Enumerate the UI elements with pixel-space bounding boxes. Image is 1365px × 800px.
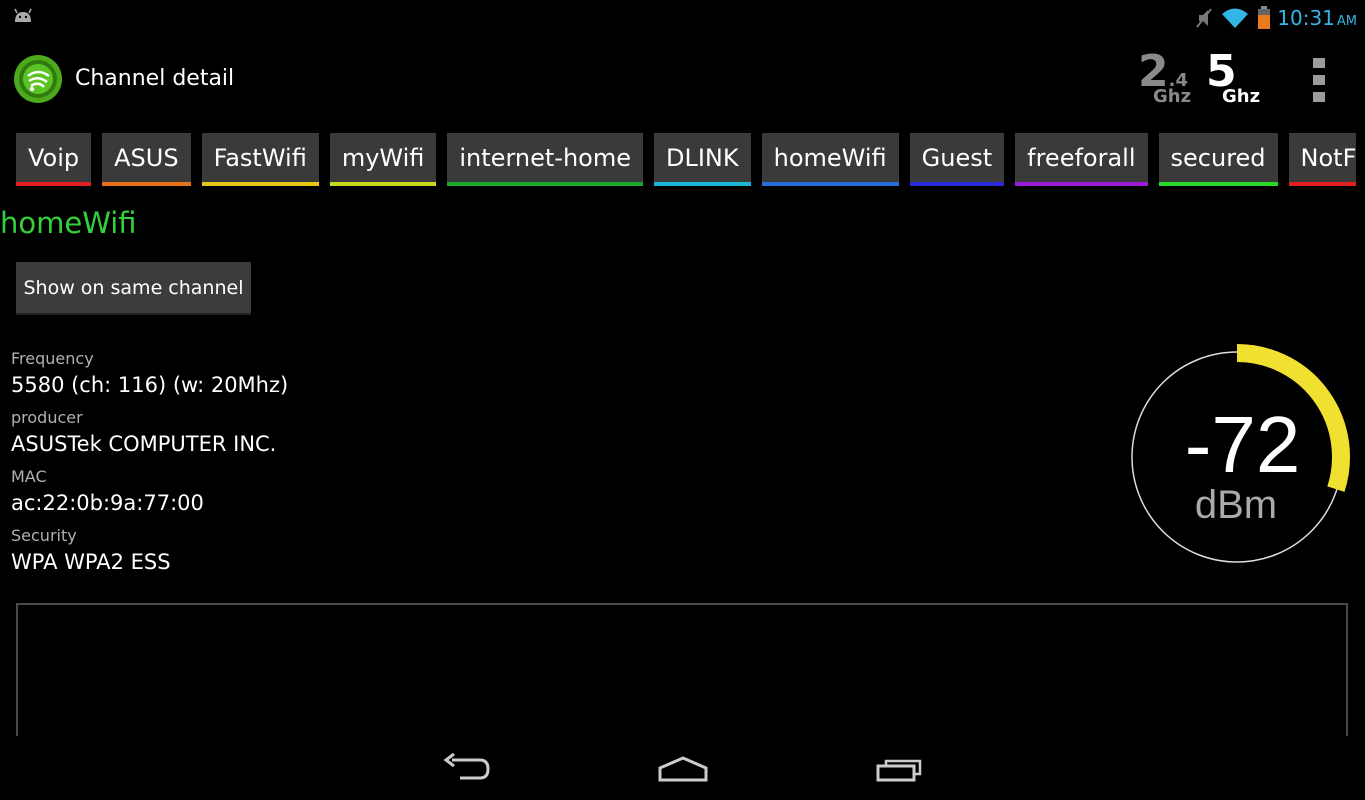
battery-icon [1258,6,1271,29]
tab-homewifi[interactable]: homeWifi [761,133,899,186]
signal-unit: dBm [1194,483,1278,527]
overflow-menu-icon[interactable] [1313,58,1327,102]
tab-guest[interactable]: Guest [909,133,1005,186]
tab-freeforall[interactable]: freeforall [1015,133,1148,186]
action-bar: Channel detail 2.4 Ghz 5 Ghz [0,36,1365,126]
mac-value: ac:22:0b:9a:77:00 [11,491,204,515]
tab-mywifi[interactable]: myWifi [329,133,437,186]
network-tabs: Voip ASUS FastWifi myWifi internet-home DLINK… [16,133,1356,193]
signal-gauge: -72 dBm [1125,340,1360,575]
tab-asus[interactable]: ASUS [102,133,191,186]
frequency-value: 5580 (ch: 116) (w: 20Mhz) [11,373,289,397]
status-bar: 10:31 AM [0,0,1365,36]
tab-secured[interactable]: secured [1158,133,1278,186]
tab-voip[interactable]: Voip [16,133,92,186]
mute-icon [1196,8,1213,28]
frequency-label: Frequency [11,349,94,368]
channel-graph-area [16,603,1348,743]
clock: 10:31 AM [1277,6,1357,30]
home-icon[interactable] [656,752,710,786]
signal-value: -72 [1184,400,1301,489]
security-label: Security [11,526,77,545]
wifi-icon [1222,8,1249,28]
show-on-same-channel-button[interactable]: Show on same channel [16,262,251,315]
tab-fastwifi[interactable]: FastWifi [201,133,319,186]
network-details: Frequency 5580 (ch: 116) (w: 20Mhz) prod… [11,348,288,584]
page-title: Channel detail [75,66,235,91]
network-name: homeWifi [0,206,137,240]
android-icon [14,8,32,22]
mac-label: MAC [11,467,47,486]
band-5-unit: Ghz [1222,86,1261,107]
band-24ghz-button[interactable]: 2.4 Ghz [1138,50,1191,106]
navigation-bar [0,736,1365,800]
status-icons: 10:31 AM [1187,4,1357,32]
producer-label: producer [11,408,83,427]
tab-dlink[interactable]: DLINK [653,133,751,186]
tab-internet-home[interactable]: internet-home [447,133,643,186]
app-logo-icon[interactable] [13,54,63,104]
tab-notforyou[interactable]: NotForYou [1288,133,1356,186]
band-5ghz-button[interactable]: 5 Ghz [1206,50,1260,106]
clock-ampm: AM [1336,14,1357,29]
back-icon[interactable] [440,752,492,786]
security-value: WPA WPA2 ESS [11,550,171,574]
band-24-unit: Ghz [1153,86,1192,107]
recent-apps-icon[interactable] [874,752,926,786]
producer-value: ASUSTek COMPUTER INC. [11,432,277,456]
clock-time: 10:31 [1277,6,1335,30]
